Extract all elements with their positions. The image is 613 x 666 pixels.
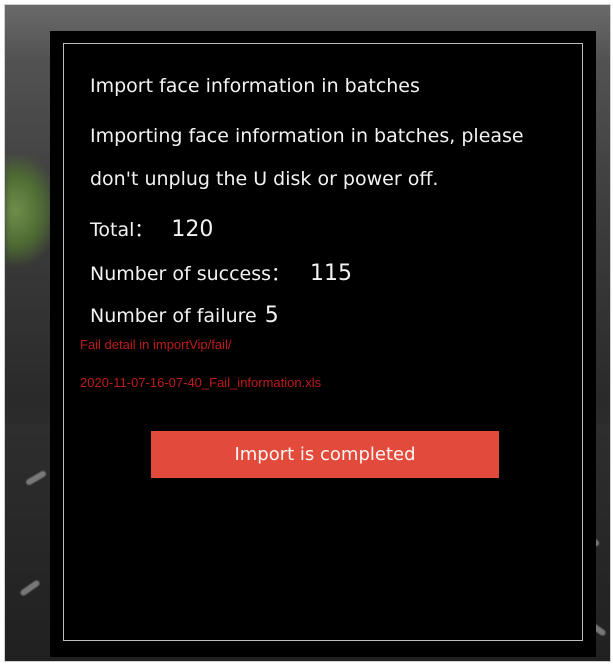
failure-value: 5 bbox=[264, 303, 279, 328]
import-completed-button[interactable]: Import is completed bbox=[151, 431, 499, 478]
dialog-message-line-1: Importing face information in batches, p… bbox=[90, 125, 524, 147]
failure-label: Number of failure bbox=[90, 305, 257, 327]
import-dialog: Import face information in batches Impor… bbox=[50, 31, 596, 657]
success-label: Number of success： bbox=[90, 263, 291, 285]
total-value: 120 bbox=[171, 217, 214, 242]
total-row: Total： 120 bbox=[90, 215, 213, 242]
success-row: Number of success： 115 bbox=[90, 259, 352, 286]
fail-detail-path: Fail detail in importVip/fail/ bbox=[80, 337, 232, 352]
dialog-title: Import face information in batches bbox=[90, 75, 420, 97]
success-value: 115 bbox=[310, 261, 353, 286]
total-label: Total： bbox=[90, 219, 154, 241]
fail-detail-filename: 2020-11-07-16-07-40_Fail_information.xls bbox=[80, 375, 322, 390]
screen-frame: Import face information in batches Impor… bbox=[4, 4, 611, 662]
failure-row: Number of failure 5 bbox=[90, 303, 279, 328]
dialog-message-line-2: don't unplug the U disk or power off. bbox=[90, 168, 439, 190]
